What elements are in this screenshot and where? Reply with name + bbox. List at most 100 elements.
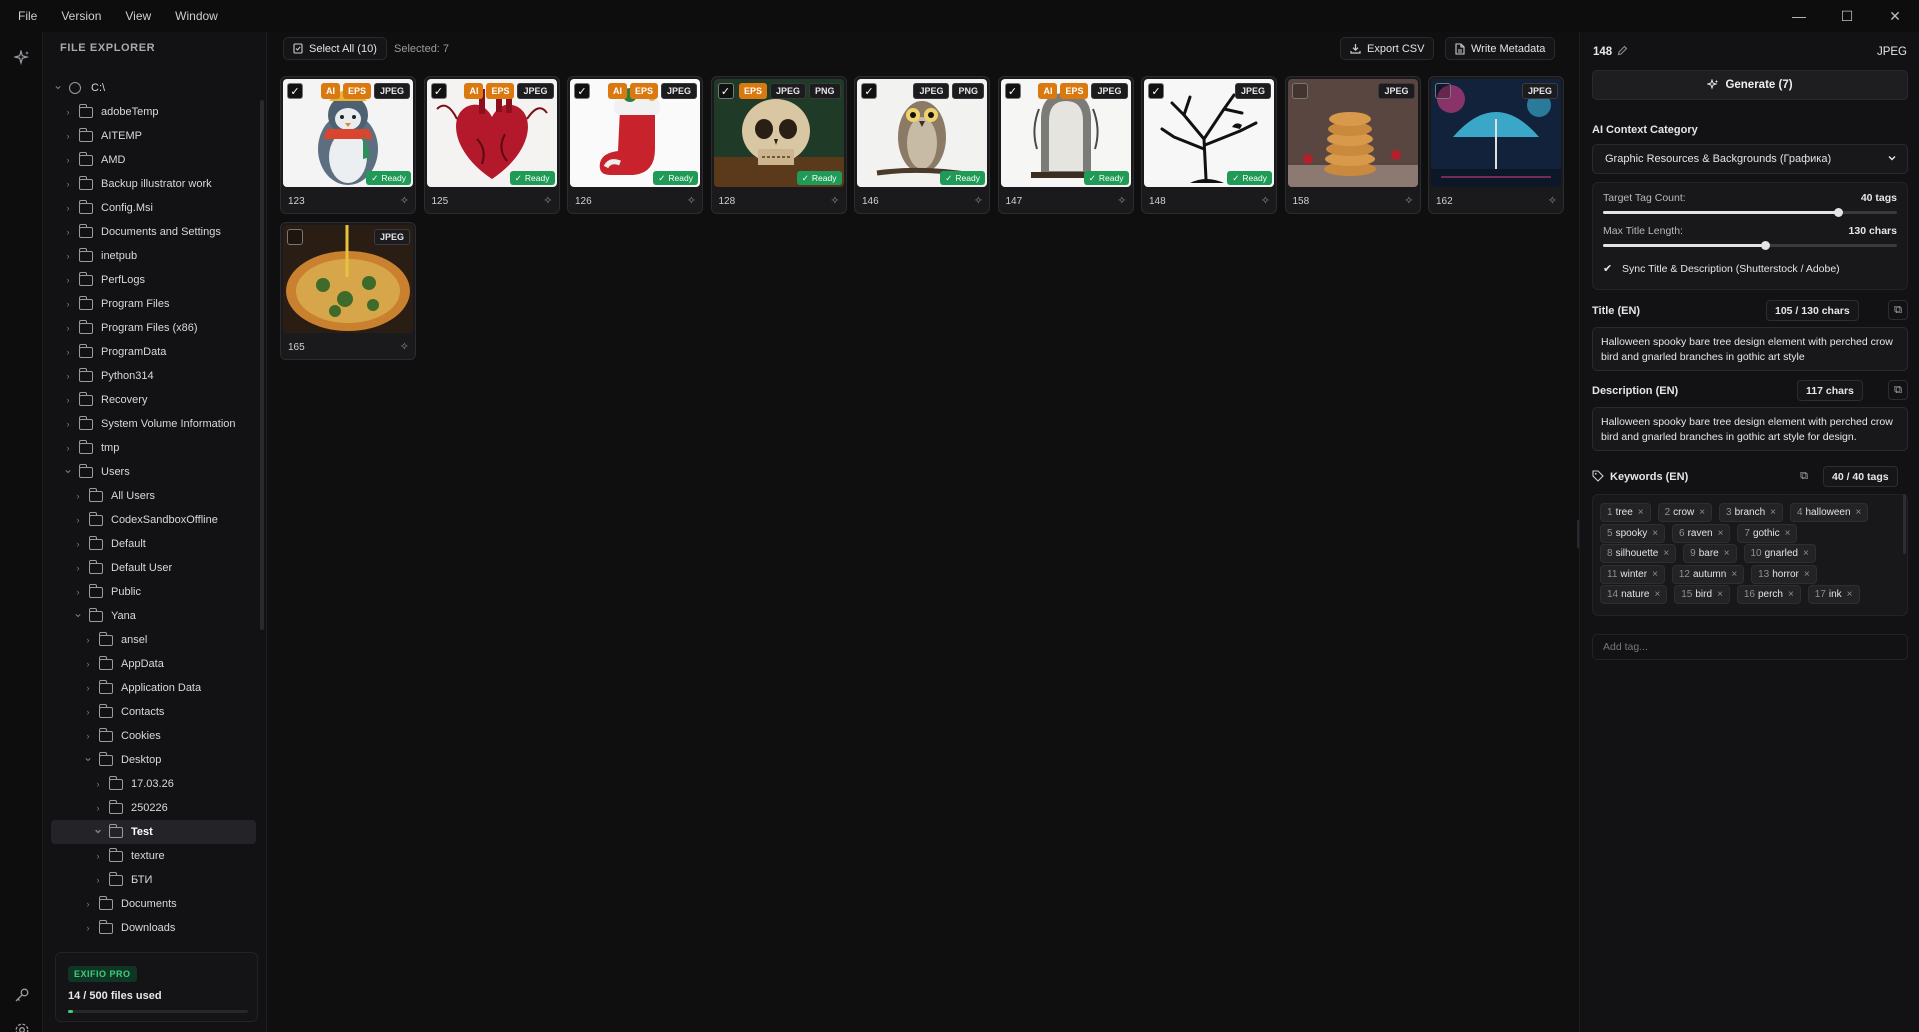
chevron-right-icon[interactable]: › <box>83 731 93 741</box>
chevron-right-icon[interactable]: › <box>63 131 73 141</box>
select-checkbox[interactable] <box>1435 83 1451 99</box>
menu-view[interactable]: View <box>113 9 163 23</box>
sync-checkbox[interactable]: ✔ <box>1603 263 1615 275</box>
keyword-chip[interactable]: 1 tree × <box>1600 503 1651 522</box>
tree-item[interactable]: ⌄ Users <box>51 460 256 484</box>
remove-keyword-icon[interactable]: × <box>1731 569 1737 580</box>
keyword-chip[interactable]: 17 ink × <box>1807 585 1860 604</box>
chevron-right-icon[interactable]: › <box>83 707 93 717</box>
image-card[interactable]: ✓ JPEG ✓ Ready 148 ✧ <box>1141 76 1277 214</box>
copy-title-icon[interactable]: ⧉ <box>1888 300 1908 320</box>
chevron-right-icon[interactable]: › <box>73 563 83 573</box>
generate-sparkle-icon[interactable]: ✧ <box>400 340 409 353</box>
remove-keyword-icon[interactable]: × <box>1699 507 1705 518</box>
keyword-chip[interactable]: 8 silhouette × <box>1600 544 1677 563</box>
chevron-right-icon[interactable]: › <box>63 203 73 213</box>
tree-item[interactable]: › System Volume Information <box>51 412 256 436</box>
chevron-down-icon[interactable]: ⌄ <box>83 751 93 763</box>
chevron-right-icon[interactable]: › <box>63 251 73 261</box>
chevron-right-icon[interactable]: › <box>93 779 103 789</box>
generate-sparkle-icon[interactable]: ✧ <box>1117 194 1126 207</box>
chevron-right-icon[interactable]: › <box>83 899 93 909</box>
generate-button[interactable]: Generate (7) <box>1592 70 1908 100</box>
menu-file[interactable]: File <box>0 9 49 23</box>
chevron-right-icon[interactable]: › <box>83 923 93 933</box>
max-title-slider[interactable] <box>1603 241 1897 250</box>
chevron-right-icon[interactable]: › <box>93 851 103 861</box>
close-button[interactable]: ✕ <box>1871 0 1919 32</box>
image-card[interactable]: JPEG 158 ✧ <box>1284 76 1421 214</box>
chevron-right-icon[interactable]: › <box>63 443 73 453</box>
tree-item[interactable]: ⌄ Yana <box>51 604 256 628</box>
chevron-right-icon[interactable]: › <box>63 179 73 189</box>
select-checkbox[interactable]: ✓ <box>861 83 877 99</box>
chevron-down-icon[interactable]: ⌄ <box>53 79 63 91</box>
remove-keyword-icon[interactable]: × <box>1804 569 1810 580</box>
chevron-right-icon[interactable]: › <box>63 227 73 237</box>
tree-item[interactable]: › 250226 <box>51 796 256 820</box>
maximize-button[interactable]: ☐ <box>1823 0 1871 32</box>
remove-keyword-icon[interactable]: × <box>1788 589 1794 600</box>
target-tag-slider-knob[interactable] <box>1834 208 1844 217</box>
title-textarea[interactable]: Halloween spooky bare tree design elemen… <box>1592 327 1908 371</box>
image-card[interactable]: ✓ AI EPS JPEG ✓ Ready 126 ✧ <box>567 76 703 214</box>
chevron-down-icon[interactable]: ⌄ <box>63 463 73 475</box>
remove-keyword-icon[interactable]: × <box>1718 528 1724 539</box>
tree-item[interactable]: › CodexSandboxOffline <box>51 508 256 532</box>
tree-item[interactable]: › 17.03.26 <box>51 772 256 796</box>
generate-sparkle-icon[interactable]: ✧ <box>687 194 696 207</box>
generate-sparkle-icon[interactable]: ✧ <box>1404 194 1413 207</box>
menu-window[interactable]: Window <box>163 9 230 23</box>
tree-item[interactable]: ⌄ C:\ <box>51 76 256 100</box>
generate-sparkle-icon[interactable]: ✧ <box>830 194 839 207</box>
tree-item[interactable]: › Documents and Settings <box>51 220 256 244</box>
tree-item[interactable]: › ProgramData <box>51 340 256 364</box>
image-card[interactable]: ✓ JPEG PNG ✓ Ready 146 ✧ <box>854 76 990 214</box>
keyword-chip[interactable]: 7 gothic × <box>1737 523 1798 543</box>
tree-item[interactable]: › AppData <box>51 652 256 676</box>
generate-sparkle-icon[interactable]: ✧ <box>1548 194 1557 207</box>
image-card[interactable]: JPEG 165 ✧ <box>280 222 416 360</box>
tree-item[interactable]: › Python314 <box>51 364 256 388</box>
select-checkbox[interactable]: ✓ <box>1004 83 1021 99</box>
description-textarea[interactable]: Halloween spooky bare tree design elemen… <box>1592 407 1908 451</box>
tree-item[interactable]: › inetpub <box>51 244 256 268</box>
keyword-chip[interactable]: 12 autumn × <box>1671 564 1745 584</box>
remove-keyword-icon[interactable]: × <box>1724 548 1730 559</box>
image-card[interactable]: ✓ AI EPS JPEG ✓ Ready 125 ✧ <box>423 76 560 214</box>
tree-item[interactable]: › Contacts <box>51 700 256 724</box>
chevron-right-icon[interactable]: › <box>83 659 93 669</box>
remove-keyword-icon[interactable]: × <box>1770 507 1776 518</box>
tree-item[interactable]: › Config.Msi <box>51 196 256 220</box>
tree-item[interactable]: › Default User <box>51 556 256 580</box>
chevron-right-icon[interactable]: › <box>73 491 83 501</box>
remove-keyword-icon[interactable]: × <box>1717 589 1723 600</box>
remove-keyword-icon[interactable]: × <box>1654 589 1660 600</box>
export-csv-button[interactable]: Export CSV <box>1340 37 1435 60</box>
generate-sparkle-icon[interactable]: ✧ <box>974 194 983 207</box>
keyword-chip[interactable]: 13 horror × <box>1751 564 1817 584</box>
generate-sparkle-icon[interactable]: ✧ <box>1261 194 1270 207</box>
menu-version[interactable]: Version <box>49 9 113 23</box>
remove-keyword-icon[interactable]: × <box>1803 548 1809 559</box>
tree-item[interactable]: › Cookies <box>51 724 256 748</box>
tree-item[interactable]: › Program Files <box>51 292 256 316</box>
chevron-right-icon[interactable]: › <box>63 107 73 117</box>
tree-item[interactable]: › Recovery <box>51 388 256 412</box>
target-tag-slider[interactable] <box>1603 208 1897 217</box>
chevron-right-icon[interactable]: › <box>63 419 73 429</box>
tree-item[interactable]: › Public <box>51 580 256 604</box>
keyword-chip[interactable]: 10 gnarled × <box>1743 544 1816 563</box>
select-checkbox[interactable]: ✓ <box>1148 83 1164 99</box>
chevron-right-icon[interactable]: › <box>73 515 83 525</box>
tree-item[interactable]: › Default <box>51 532 256 556</box>
remove-keyword-icon[interactable]: × <box>1652 569 1658 580</box>
chevron-right-icon[interactable]: › <box>63 323 73 333</box>
chevron-right-icon[interactable]: › <box>63 155 73 165</box>
chevron-right-icon[interactable]: › <box>63 275 73 285</box>
keyword-chip[interactable]: 3 branch × <box>1719 503 1783 522</box>
chevron-right-icon[interactable]: › <box>63 371 73 381</box>
keyword-chip[interactable]: 11 winter × <box>1600 564 1665 584</box>
copy-description-icon[interactable]: ⧉ <box>1888 380 1908 400</box>
select-checkbox[interactable] <box>287 229 303 245</box>
